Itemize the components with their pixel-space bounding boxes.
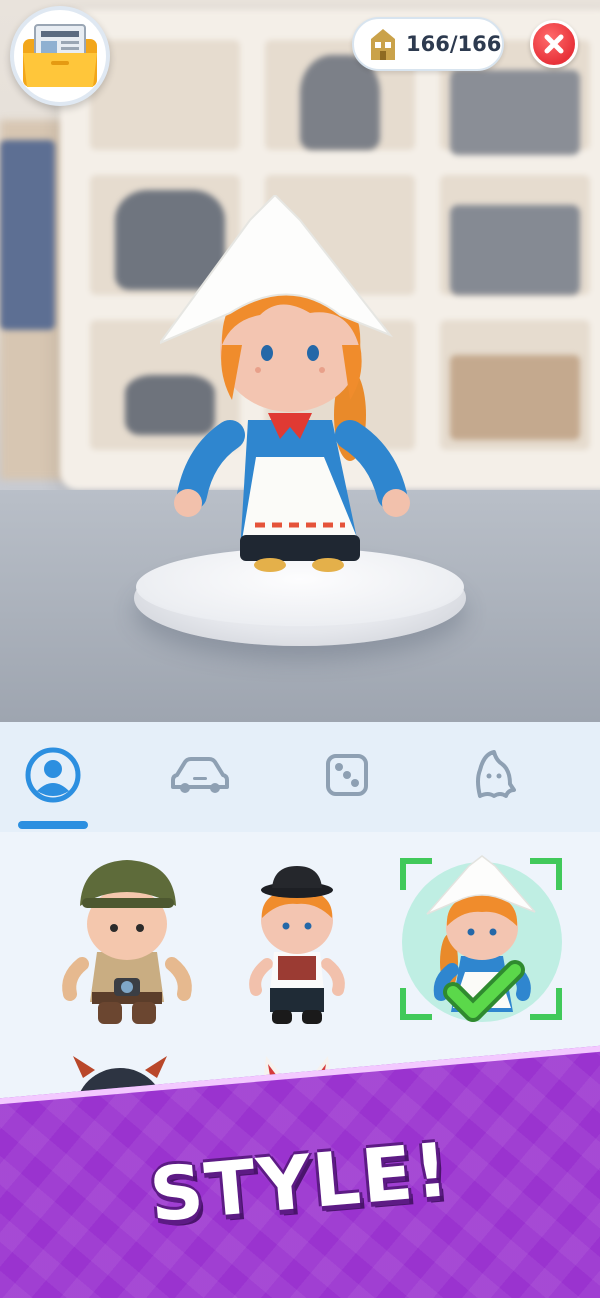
tab-selected-indicator [18,821,88,829]
character-explorer[interactable] [42,852,212,1032]
ghost-icon [476,750,516,798]
preview-character-dutch-girl[interactable] [160,195,420,595]
news-button[interactable] [10,6,110,106]
tab-avatar[interactable] [18,740,88,810]
category-tab-bar [0,722,600,832]
dice-icon [326,754,368,796]
tab-vehicle[interactable] [165,740,235,810]
character-boy-bowler-hat[interactable] [212,852,382,1032]
character-preview-scene [0,0,600,722]
tab-ghost[interactable] [458,740,528,810]
close-icon [544,34,564,54]
house-icon [371,29,395,60]
house-counter: 166/166 [352,17,504,71]
newspaper-folder-icon [23,24,97,87]
character-dutch-girl[interactable] [397,852,567,1032]
house-count-text: 166/166 [406,32,502,56]
avatar-icon [25,747,81,803]
close-button[interactable] [530,20,578,68]
car-icon [171,757,229,793]
tab-dice[interactable] [312,740,382,810]
